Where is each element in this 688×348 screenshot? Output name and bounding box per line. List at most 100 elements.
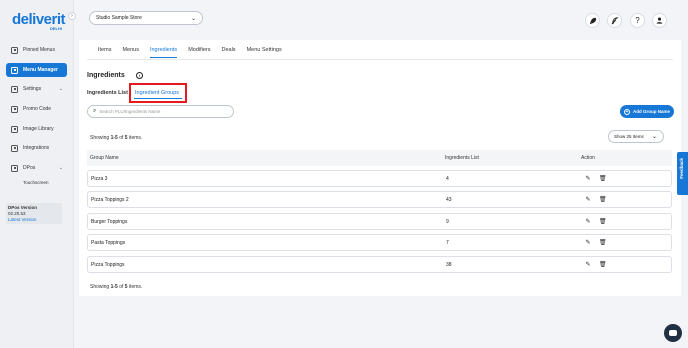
column-header: Group Name (90, 155, 119, 161)
chat-button[interactable] (664, 324, 682, 342)
showing-of: of (119, 135, 124, 141)
sidebar-item-settings[interactable]: Settings ⌄ (6, 82, 67, 96)
page-size-select[interactable]: Show 25 Items ⌄ (608, 130, 664, 143)
table-row[interactable]: Burger Toppings 9 ✎ 🗑 (87, 213, 672, 230)
plug-icon (11, 144, 18, 152)
edit-icon[interactable]: ✎ (585, 262, 591, 269)
sidebar-item-pinned-menus[interactable]: Pinned Menus (6, 43, 67, 57)
tab-divider (87, 59, 673, 60)
sidebar-item-image-library[interactable]: Image Library (6, 122, 67, 136)
showing-suffix: items. (128, 284, 143, 290)
sidebar: deliverit DELHI › Pinned Menus Menu Mana… (0, 0, 76, 348)
showing-total: 5 (124, 135, 128, 141)
table-row[interactable]: Pizza Toppings 38 ✎ 🗑 (87, 256, 672, 273)
feedback-tab[interactable]: Feedback (677, 152, 688, 195)
feather-icon[interactable] (607, 13, 622, 28)
edit-icon[interactable]: ✎ (585, 176, 591, 183)
chevron-down-icon: ⌄ (58, 165, 63, 171)
showing-count-top: Showing 1-5 of 5 items. (90, 135, 142, 141)
ingredient-count: 7 (446, 240, 449, 246)
version-number: 02.20.53 (8, 211, 26, 216)
sidebar-item-label: Settings (23, 86, 42, 92)
tab-menu-settings[interactable]: Menu Settings (247, 47, 282, 58)
sidebar-item-dpos[interactable]: DPos ⌄ (6, 161, 67, 175)
plus-icon: + (623, 108, 630, 115)
sidebar-item-label: Promo Code (23, 106, 52, 112)
group-name: Pizza Toppings 2 (91, 197, 129, 203)
showing-total: 5 (124, 284, 128, 290)
ingredient-count: 43 (446, 197, 452, 203)
page-size-value: Show 25 Items (614, 134, 644, 139)
tab-bar: Items Menus Ingredients Modifiers Deals … (98, 47, 293, 58)
tab-ingredients[interactable]: Ingredients (149, 47, 178, 58)
highlight-annotation (129, 83, 187, 103)
chevron-down-icon: ⌄ (58, 86, 63, 92)
add-group-button[interactable]: + Add Group Name (620, 105, 674, 118)
chat-icon (669, 330, 677, 336)
trash-icon[interactable]: 🗑 (599, 240, 607, 247)
tab-modifiers[interactable]: Modifiers (188, 47, 210, 58)
column-header: Action (581, 155, 595, 161)
edit-icon[interactable]: ✎ (585, 219, 591, 226)
sidebar-item-label: Pinned Menus (23, 47, 55, 53)
showing-prefix: Showing (90, 284, 110, 290)
edit-icon[interactable]: ✎ (585, 240, 591, 247)
showing-range: 1-5 (110, 284, 118, 290)
group-name: Pizza Toppings (91, 262, 125, 268)
store-select[interactable]: Studio Sample Store ⌄ (89, 11, 203, 25)
gear-icon (11, 85, 18, 93)
help-icon[interactable]: ? (630, 13, 645, 28)
sidebar-item-label: Menu Manager (23, 67, 59, 73)
sidebar-item-menu-manager[interactable]: Menu Manager (6, 63, 67, 77)
chevron-down-icon: ⌄ (190, 16, 196, 22)
group-name: Burger Toppings (91, 219, 128, 225)
latest-version-link[interactable]: Latest Version (8, 217, 60, 222)
pin-icon (11, 46, 18, 54)
feedback-label: Feedback (679, 158, 684, 179)
store-select-value: Studio Sample Store (96, 15, 142, 21)
user-icon[interactable] (652, 13, 667, 28)
table-row[interactable]: Pasta Toppings 7 ✎ 🗑 (87, 234, 672, 251)
page-title: Ingredients (87, 72, 125, 79)
column-header: Ingredients List (445, 155, 479, 161)
trash-icon[interactable]: 🗑 (599, 197, 607, 204)
table-header: Group Name Ingredients List Action (87, 150, 672, 166)
sidebar-subitem-touchscreen[interactable]: Touchscreen (23, 180, 49, 185)
search-icon: ⌕ (93, 108, 97, 114)
tab-menus[interactable]: Menus (122, 47, 139, 58)
tab-deals[interactable]: Deals (222, 47, 236, 58)
table-row[interactable]: Pizza 3 4 ✎ 🗑 (87, 170, 672, 187)
edit-icon[interactable]: ✎ (585, 197, 591, 204)
group-name: Pizza 3 (91, 176, 108, 182)
showing-range: 1-5 (110, 135, 118, 141)
sidebar-item-label: Image Library (23, 126, 54, 132)
sidebar-item-promo-code[interactable]: Promo Code (6, 102, 67, 116)
sidebar-item-label: Integrations (23, 145, 50, 151)
menu-icon (11, 66, 18, 74)
image-icon (11, 125, 18, 133)
trash-icon[interactable]: 🗑 (599, 262, 607, 269)
brand-logo-sub: DELHI (50, 26, 62, 31)
showing-of: of (119, 284, 124, 290)
pos-icon (11, 164, 18, 172)
chevron-down-icon: ⌄ (651, 134, 657, 140)
ticket-icon (11, 105, 18, 113)
trash-icon[interactable]: 🗑 (599, 176, 607, 183)
sidebar-item-integrations[interactable]: Integrations (6, 141, 67, 155)
info-icon[interactable]: i (136, 72, 143, 79)
chevron-right-icon[interactable]: › (68, 12, 76, 20)
ingredient-count: 38 (446, 262, 452, 268)
group-name: Pasta Toppings (91, 240, 126, 246)
ingredient-count: 4 (446, 176, 449, 182)
search-placeholder: Search PLU/Ingredients Name (99, 109, 161, 114)
showing-count-bottom: Showing 1-5 of 5 items. (90, 284, 142, 290)
rocket-icon[interactable] (585, 13, 600, 28)
version-box: DPos Version 02.20.53 Latest Version (6, 203, 62, 224)
search-input[interactable]: ⌕ Search PLU/Ingredients Name (87, 105, 234, 118)
main-panel: Items Menus Ingredients Modifiers Deals … (79, 40, 681, 296)
subtab-ingredients-list[interactable]: Ingredients List (87, 90, 128, 96)
trash-icon[interactable]: 🗑 (599, 219, 607, 226)
ingredient-count: 9 (446, 219, 449, 225)
table-row[interactable]: Pizza Toppings 2 43 ✎ 🗑 (87, 191, 672, 208)
tab-items[interactable]: Items (98, 47, 111, 58)
